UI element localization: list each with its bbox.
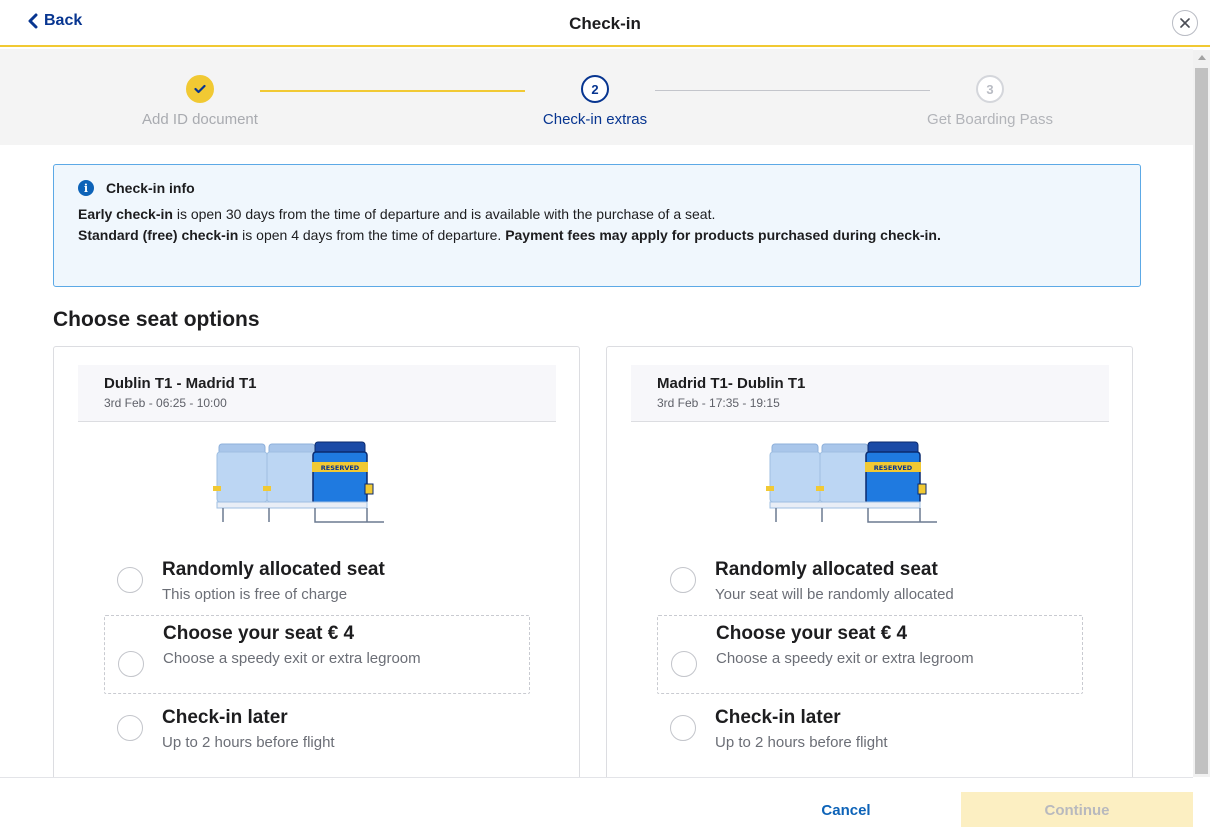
step-number: 2 [581,75,609,103]
option-title: Choose your seat € 4 [163,623,355,644]
header-bar: Back Check-in [0,0,1210,47]
option-title: Choose your seat € 4 [716,623,908,644]
check-in-info-banner: i Check-in info Early check-in is open 3… [53,164,1141,287]
seats-illustration: RESERVED [766,441,937,523]
info-icon: i [78,180,94,196]
scrollbar[interactable] [1193,50,1210,777]
option-choose-seat[interactable]: Choose your seat € 4 Choose a speedy exi… [104,615,530,694]
option-title: Check-in later [715,707,841,728]
flight-header: Madrid T1- Dublin T1 3rd Feb - 17:35 - 1… [631,365,1109,422]
close-button[interactable] [1172,10,1198,36]
reserved-tag: RESERVED [874,464,913,472]
standard-check-in-label: Standard (free) check-in [78,227,239,243]
step-number: 3 [976,75,1004,103]
radio-choose-seat[interactable] [118,651,144,677]
standard-check-in-text: is open 4 days from the time of departur… [238,227,506,243]
option-description: Up to 2 hours before flight [162,734,335,751]
page-title: Check-in [569,14,641,33]
option-title: Randomly allocated seat [162,559,385,580]
info-header: i Check-in info [78,180,1116,196]
option-description: Choose a speedy exit or extra legroom [716,650,974,667]
reserved-tag: RESERVED [321,464,360,472]
info-text: Early check-in is open 30 days from the … [78,204,1116,246]
option-random-seat[interactable]: Randomly allocated seat Your seat will b… [657,547,1083,607]
flight-time: 3rd Feb - 17:35 - 19:15 [657,396,780,410]
step-check-in-extras: 2 Check-in extras [475,75,715,128]
option-description: Choose a speedy exit or extra legroom [163,650,421,667]
close-icon [1180,18,1190,28]
flight-route: Dublin T1 - Madrid T1 [104,375,257,392]
info-title: Check-in info [106,180,195,196]
flight-header: Dublin T1 - Madrid T1 3rd Feb - 06:25 - … [78,365,556,422]
step-label: Add ID document [142,111,258,128]
early-check-in-text: is open 30 days from the time of departu… [172,206,716,222]
flight-card-return: Madrid T1- Dublin T1 3rd Feb - 17:35 - 1… [606,346,1133,798]
option-check-in-later[interactable]: Check-in later Up to 2 hours before flig… [657,702,1083,762]
scrollbar-thumb[interactable] [1195,68,1208,774]
flight-card-outbound: Dublin T1 - Madrid T1 3rd Feb - 06:25 - … [53,346,580,798]
option-title: Check-in later [162,707,288,728]
radio-random-seat[interactable] [670,567,696,593]
payment-fees-note: Payment fees may apply for products purc… [505,227,941,243]
step-label: Check-in extras [542,111,648,128]
seats-illustration: RESERVED [213,441,384,523]
option-description: This option is free of charge [162,586,348,603]
scroll-up-arrow-icon[interactable] [1193,54,1210,64]
cancel-button[interactable]: Cancel [790,802,902,819]
option-choose-seat[interactable]: Choose your seat € 4 Choose a speedy exi… [657,615,1083,694]
radio-choose-seat[interactable] [671,651,697,677]
early-check-in-label: Early check-in [78,206,173,222]
radio-check-in-later[interactable] [670,715,696,741]
section-title: Choose seat options [53,308,260,331]
option-description: Your seat will be randomly allocated [715,586,954,603]
step-label: Get Boarding Pass [927,111,1053,128]
checkmark-icon [194,84,206,94]
option-description: Up to 2 hours before flight [715,734,888,751]
option-random-seat[interactable]: Randomly allocated seat This option is f… [104,547,530,607]
flight-route: Madrid T1- Dublin T1 [657,375,806,392]
option-check-in-later[interactable]: Check-in later Up to 2 hours before flig… [104,702,530,762]
progress-stepper: Add ID document 2 Check-in extras 3 Get … [0,49,1193,145]
radio-check-in-later[interactable] [117,715,143,741]
radio-random-seat[interactable] [117,567,143,593]
flight-time: 3rd Feb - 06:25 - 10:00 [104,396,227,410]
continue-button[interactable]: Continue [961,792,1193,827]
option-title: Randomly allocated seat [715,559,938,580]
step-get-boarding-pass: 3 Get Boarding Pass [870,75,1110,128]
step-add-id-document: Add ID document [80,75,320,128]
step-complete-circle [186,75,214,103]
footer-actions: Cancel Continue [0,777,1193,827]
